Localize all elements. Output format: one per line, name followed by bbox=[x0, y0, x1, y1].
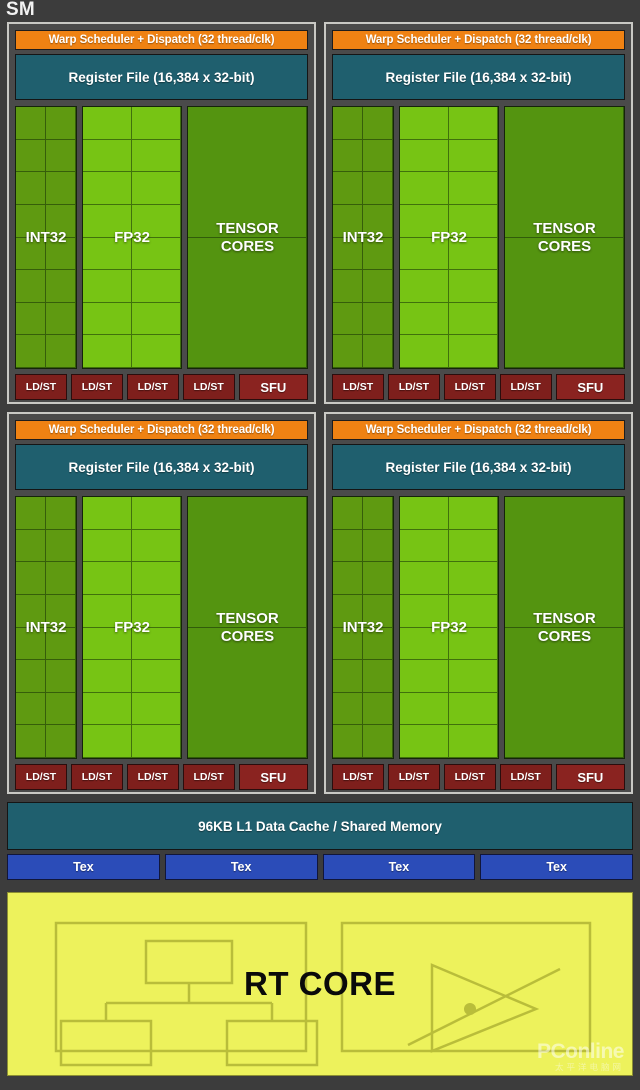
intersection-point-dot bbox=[464, 1003, 476, 1015]
tex-unit-0: Tex bbox=[7, 854, 160, 880]
int32-core-block-1: INT32 bbox=[332, 106, 394, 369]
ldst-unit-0-1: LD/ST bbox=[71, 374, 123, 400]
sfu-unit-1: SFU bbox=[556, 374, 625, 400]
ldst-unit-0-2: LD/ST bbox=[127, 374, 179, 400]
fp32-cell-grid-3 bbox=[400, 497, 498, 758]
int32-core-block-3: INT32 bbox=[332, 496, 394, 759]
warp-scheduler-2: Warp Scheduler + Dispatch (32 thread/clk… bbox=[15, 420, 308, 440]
fp32-cell-grid-2 bbox=[83, 497, 181, 758]
ldst-sfu-row-0: LD/ST LD/ST LD/ST LD/ST SFU bbox=[15, 374, 308, 400]
int32-cell-grid-2 bbox=[16, 497, 76, 758]
sm-architecture-diagram: SM Warp Scheduler + Dispatch (32 thread/… bbox=[0, 0, 640, 1090]
tex-unit-2: Tex bbox=[323, 854, 476, 880]
processing-block-0: Warp Scheduler + Dispatch (32 thread/clk… bbox=[7, 22, 316, 404]
int32-core-block-0: INT32 bbox=[15, 106, 77, 369]
warp-scheduler-0: Warp Scheduler + Dispatch (32 thread/clk… bbox=[15, 30, 308, 50]
ldst-unit-0-0: LD/ST bbox=[15, 374, 67, 400]
core-row-1: INT32 FP32 TENSORCORES bbox=[332, 106, 625, 369]
register-file-0: Register File (16,384 x 32-bit) bbox=[15, 54, 308, 100]
ldst-unit-3-2: LD/ST bbox=[444, 764, 496, 790]
ldst-unit-1-1: LD/ST bbox=[388, 374, 440, 400]
fp32-core-block-2: FP32 bbox=[82, 496, 182, 759]
tensor-core-block-2: TENSORCORES bbox=[187, 496, 308, 759]
tex-unit-1: Tex bbox=[165, 854, 318, 880]
sfu-unit-2: SFU bbox=[239, 764, 308, 790]
fp32-cell-grid-0 bbox=[83, 107, 181, 368]
ldst-unit-3-3: LD/ST bbox=[500, 764, 552, 790]
ldst-sfu-row-3: LD/ST LD/ST LD/ST LD/ST SFU bbox=[332, 764, 625, 790]
tensor-cell-grid-3 bbox=[505, 497, 624, 758]
ray-triangle-intersection-icon bbox=[408, 965, 560, 1051]
ldst-unit-1-2: LD/ST bbox=[444, 374, 496, 400]
ldst-unit-2-2: LD/ST bbox=[127, 764, 179, 790]
fp32-core-block-0: FP32 bbox=[82, 106, 182, 369]
processing-block-3: Warp Scheduler + Dispatch (32 thread/clk… bbox=[324, 412, 633, 794]
ldst-unit-3-0: LD/ST bbox=[332, 764, 384, 790]
core-row-2: INT32 FP32 TENSORCORES bbox=[15, 496, 308, 759]
register-file-3: Register File (16,384 x 32-bit) bbox=[332, 444, 625, 490]
bvh-tree-icon bbox=[61, 941, 317, 1065]
tex-unit-row: Tex Tex Tex Tex bbox=[7, 854, 633, 880]
l1-data-cache-block: 96KB L1 Data Cache / Shared Memory bbox=[7, 802, 633, 850]
warp-scheduler-1: Warp Scheduler + Dispatch (32 thread/clk… bbox=[332, 30, 625, 50]
ldst-unit-2-1: LD/ST bbox=[71, 764, 123, 790]
sfu-unit-0: SFU bbox=[239, 374, 308, 400]
int32-cell-grid-3 bbox=[333, 497, 393, 758]
int32-cell-grid-0 bbox=[16, 107, 76, 368]
sfu-unit-3: SFU bbox=[556, 764, 625, 790]
core-row-3: INT32 FP32 TENSORCORES bbox=[332, 496, 625, 759]
tensor-cell-grid-1 bbox=[505, 107, 624, 368]
tensor-core-block-0: TENSORCORES bbox=[187, 106, 308, 369]
ldst-unit-2-0: LD/ST bbox=[15, 764, 67, 790]
rt-core-label: RT CORE bbox=[244, 965, 396, 1003]
ldst-unit-3-1: LD/ST bbox=[388, 764, 440, 790]
tensor-core-block-1: TENSORCORES bbox=[504, 106, 625, 369]
register-file-1: Register File (16,384 x 32-bit) bbox=[332, 54, 625, 100]
rt-core-block: RT CORE PConline 太平洋电脑网 bbox=[7, 892, 633, 1076]
tensor-core-block-3: TENSORCORES bbox=[504, 496, 625, 759]
ldst-sfu-row-1: LD/ST LD/ST LD/ST LD/ST SFU bbox=[332, 374, 625, 400]
processing-block-grid: Warp Scheduler + Dispatch (32 thread/clk… bbox=[7, 22, 633, 794]
ldst-unit-0-3: LD/ST bbox=[183, 374, 235, 400]
int32-core-block-2: INT32 bbox=[15, 496, 77, 759]
register-file-2: Register File (16,384 x 32-bit) bbox=[15, 444, 308, 490]
fp32-cell-grid-1 bbox=[400, 107, 498, 368]
tex-unit-3: Tex bbox=[480, 854, 633, 880]
page-title: SM bbox=[6, 0, 35, 21]
fp32-core-block-3: FP32 bbox=[399, 496, 499, 759]
processing-block-2: Warp Scheduler + Dispatch (32 thread/clk… bbox=[7, 412, 316, 794]
core-row-0: INT32 FP32 TENSORCORES bbox=[15, 106, 308, 369]
processing-block-1: Warp Scheduler + Dispatch (32 thread/clk… bbox=[324, 22, 633, 404]
ldst-sfu-row-2: LD/ST LD/ST LD/ST LD/ST SFU bbox=[15, 764, 308, 790]
fp32-core-block-1: FP32 bbox=[399, 106, 499, 369]
int32-cell-grid-1 bbox=[333, 107, 393, 368]
tensor-cell-grid-0 bbox=[188, 107, 307, 368]
ldst-unit-1-0: LD/ST bbox=[332, 374, 384, 400]
ldst-unit-2-3: LD/ST bbox=[183, 764, 235, 790]
tensor-cell-grid-2 bbox=[188, 497, 307, 758]
warp-scheduler-3: Warp Scheduler + Dispatch (32 thread/clk… bbox=[332, 420, 625, 440]
ldst-unit-1-3: LD/ST bbox=[500, 374, 552, 400]
